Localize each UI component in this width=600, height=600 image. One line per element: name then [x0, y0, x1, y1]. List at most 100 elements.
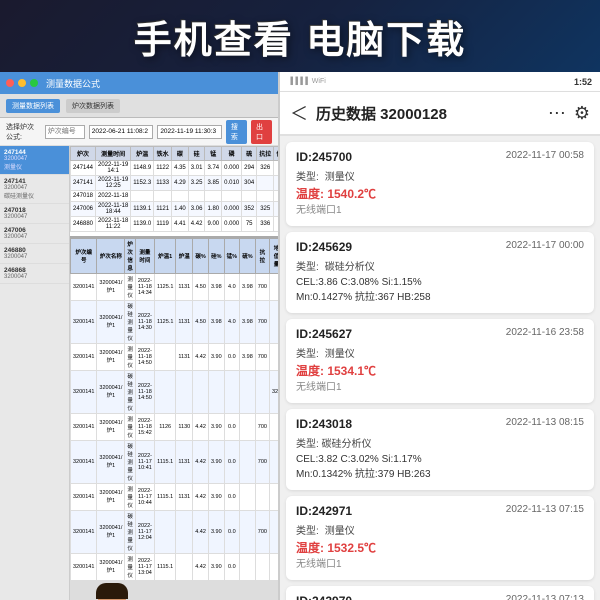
- card-1-type: 类型: 碳硅分析仪: [296, 258, 584, 273]
- desktop-ui: 测量数据公式 测量数据列表 炉次数据列表 选择炉次公式: 2022-06-21 …: [0, 72, 278, 600]
- date-start-input[interactable]: 2022-06-21 11:08:2: [89, 125, 154, 139]
- record-card-2[interactable]: ID:245627 2022-11-16 23:58 类型: 测量仪 温度: 1…: [286, 319, 594, 403]
- card-0-type-label: 类型:: [296, 168, 319, 183]
- card-2-header: ID:245627 2022-11-16 23:58: [296, 327, 584, 341]
- card-2-type-label: 类型:: [296, 345, 319, 360]
- card-1-id: ID:245629: [296, 240, 352, 254]
- furnace-number-input[interactable]: [45, 125, 85, 139]
- card-4-type: 类型: 测量仪: [296, 522, 584, 537]
- search-button[interactable]: 搜索: [226, 120, 247, 144]
- card-3-data2: Mn:0.1342% 抗拉:379 HB:263: [296, 467, 584, 482]
- left-panel: 测量数据公式 测量数据列表 炉次数据列表 选择炉次公式: 2022-06-21 …: [0, 72, 280, 600]
- person-silhouette: [70, 581, 160, 600]
- record-card-4[interactable]: ID:242971 2022-11-13 07:15 类型: 测量仪 温度: 1…: [286, 496, 594, 580]
- back-button[interactable]: ＜: [290, 100, 308, 126]
- sidebar-item-2[interactable]: 247018 3200047: [0, 204, 69, 224]
- sidebar-item-1[interactable]: 247141 3200047 碳硅测量仪: [0, 175, 69, 204]
- desktop-body: 247144 3200047 测量仪 247141 3200047 碳硅测量仪 …: [0, 146, 278, 600]
- close-dot[interactable]: [6, 79, 14, 87]
- card-4-type-label: 类型:: [296, 522, 319, 537]
- spreadsheet-row: 3200141 3200041/炉1 碳硅测量仪 2022-11-18 14:3…: [71, 301, 279, 344]
- sidebar-item-3[interactable]: 247006 3200047: [0, 224, 69, 244]
- card-2-temp: 温度: 1534.1℃: [296, 364, 376, 378]
- min-dot[interactable]: [18, 79, 26, 87]
- card-4-port: 无线端口1: [296, 559, 342, 570]
- record-card-1[interactable]: ID:245629 2022-11-17 00:00 类型: 碳硅分析仪 CEL…: [286, 232, 594, 313]
- right-panel: ▐▐▐▐ WiFi 1:52 ＜ 历史数据 32000128 ⋯ ⚙: [280, 72, 600, 600]
- tab-furnace-data[interactable]: 炉次数据列表: [66, 99, 120, 113]
- statusbar-left: ▐▐▐▐ WiFi: [288, 78, 326, 85]
- top-banner: 手机查看 电脑下载: [0, 0, 600, 72]
- record-card-5[interactable]: ID:242970 2022-11-13 07:13 类型: 碳硅分析仪 CEL…: [286, 586, 594, 600]
- card-4-id: ID:242971: [296, 504, 352, 518]
- card-2-type: 类型: 测量仪: [296, 345, 584, 360]
- card-0-type-value: 测量仪: [325, 168, 355, 183]
- settings-button[interactable]: ⚙: [574, 103, 590, 124]
- card-0-type: 类型: 测量仪: [296, 168, 584, 183]
- topbar-title: 测量数据公式: [46, 77, 100, 90]
- card-3-type: 类型: 碳硅分析仪: [296, 435, 584, 450]
- card-0-data2: 无线端口1: [296, 203, 584, 218]
- main-area: 测量数据公式 测量数据列表 炉次数据列表 选择炉次公式: 2022-06-21 …: [0, 72, 600, 600]
- tab-measure-data[interactable]: 测量数据列表: [6, 99, 60, 113]
- card-4-data2: 无线端口1: [296, 557, 584, 572]
- desktop-topbar: 测量数据公式: [0, 72, 278, 94]
- sidebar-item-5[interactable]: 246868 3200047: [0, 264, 69, 284]
- more-button[interactable]: ⋯: [548, 103, 566, 124]
- th-batch: 炉次: [71, 147, 96, 161]
- card-2-data1: 温度: 1534.1℃: [296, 362, 584, 380]
- card-1-header: ID:245629 2022-11-17 00:00: [296, 240, 584, 254]
- spreadsheet-table: 炉次编号 炉次名称 炉次信息 测量时间 炉温1 炉温 碳% 硅% 锰% 硫%: [70, 238, 278, 581]
- record-card-0[interactable]: ID:245700 2022-11-17 00:58 类型: 测量仪 温度: 1…: [286, 142, 594, 226]
- record-card-3[interactable]: ID:243018 2022-11-13 08:15 类型: 碳硅分析仪 CEL…: [286, 409, 594, 490]
- card-0-port: 无线端口1: [296, 205, 342, 216]
- desktop-nav: 测量数据列表 炉次数据列表: [0, 94, 278, 118]
- card-1-data1: CEL:3.86 C:3.08% Si:1.15%: [296, 275, 584, 290]
- mobile-screen: ▐▐▐▐ WiFi 1:52 ＜ 历史数据 32000128 ⋯ ⚙: [280, 72, 600, 600]
- th-c: 碳: [172, 147, 189, 161]
- spreadsheet-row: 3200141 3200041/炉1 测量仪 2022-11-17 10:44 …: [71, 484, 279, 511]
- th-si: 硅: [188, 147, 205, 161]
- sidebar-item-4[interactable]: 246880 3200047: [0, 244, 69, 264]
- card-2-data2: 无线端口1: [296, 380, 584, 395]
- date-end-input[interactable]: 2022-11-19 11:30:3: [157, 125, 222, 139]
- sidebar-list: 247144 3200047 测量仪 247141 3200047 碳硅测量仪 …: [0, 146, 70, 600]
- spreadsheet-row: 3200141 3200041/炉1 测量仪 2022-11-18 14:34 …: [71, 274, 279, 301]
- card-0-id: ID:245700: [296, 150, 352, 164]
- th-pos: 位: [274, 147, 278, 161]
- card-4-type-value: 测量仪: [325, 522, 355, 537]
- card-2-type-value: 测量仪: [325, 345, 355, 360]
- clock-display: 1:52: [574, 77, 592, 87]
- banner-text: 手机查看 电脑下载: [134, 9, 467, 64]
- data-table: 炉次 测量时间 炉温 铁水 碳 硅 锰 磷 硫 抗拉 位: [70, 146, 278, 232]
- card-3-type-value: 类型: 碳硅分析仪: [296, 435, 372, 450]
- card-1-type-label: 类型:: [296, 258, 319, 273]
- table-row: 247144 2022-11-1914:1 1148.9 1122 4.35 3…: [71, 161, 279, 176]
- card-4-temp: 温度: 1532.5℃: [296, 541, 376, 555]
- statusbar-right: 1:52: [574, 77, 592, 87]
- toolbar-furnace-label: 选择炉次公式:: [6, 122, 41, 142]
- card-3-data1: CEL:3.82 C:3.02% Si:1.17%: [296, 452, 584, 467]
- card-0-temp: 温度: 1540.2℃: [296, 187, 376, 201]
- card-1-data2: Mn:0.1427% 抗拉:367 HB:258: [296, 290, 584, 305]
- card-4-data1: 温度: 1532.5℃: [296, 539, 584, 557]
- th-temp: 炉温: [131, 147, 154, 161]
- signal-icon: ▐▐▐▐: [288, 78, 308, 85]
- mobile-content: ID:245700 2022-11-17 00:58 类型: 测量仪 温度: 1…: [280, 136, 600, 600]
- desktop-toolbar: 选择炉次公式: 2022-06-21 11:08:2 2022-11-19 11…: [0, 118, 278, 146]
- card-4-header: ID:242971 2022-11-13 07:15: [296, 504, 584, 518]
- spreadsheet-row: 3200141 3200041/炉1 碳硅测量仪 2022-11-17 10:4…: [71, 441, 279, 484]
- export-button[interactable]: 出口: [251, 120, 272, 144]
- max-dot[interactable]: [30, 79, 38, 87]
- th-uts: 抗拉: [257, 147, 274, 161]
- card-1-datetime: 2022-11-17 00:00: [506, 240, 584, 251]
- mobile-statusbar: ▐▐▐▐ WiFi 1:52: [280, 72, 600, 92]
- data-table-area: 炉次 测量时间 炉温 铁水 碳 硅 锰 磷 硫 抗拉 位: [70, 146, 278, 600]
- card-2-datetime: 2022-11-16 23:58: [506, 327, 584, 338]
- wifi-icon: WiFi: [312, 78, 326, 85]
- card-3-header: ID:243018 2022-11-13 08:15: [296, 417, 584, 431]
- person-photo-area: [70, 581, 278, 600]
- mobile-header: ＜ 历史数据 32000128 ⋯ ⚙: [280, 92, 600, 136]
- sidebar-item-0[interactable]: 247144 3200047 测量仪: [0, 146, 69, 175]
- card-4-datetime: 2022-11-13 07:15: [506, 504, 584, 515]
